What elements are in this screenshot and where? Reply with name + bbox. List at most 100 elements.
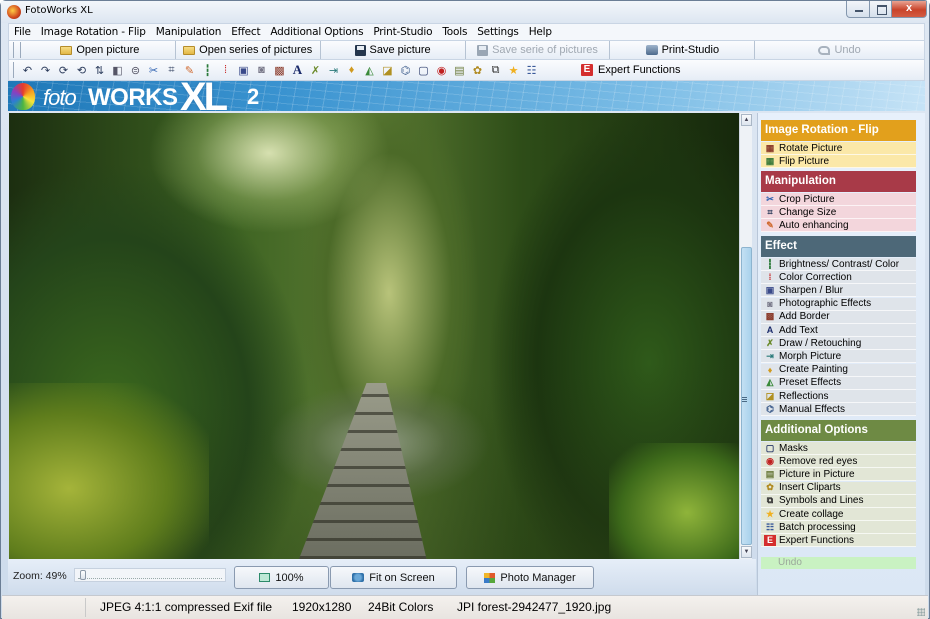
menu-additional-options[interactable]: Additional Options: [265, 26, 368, 38]
preset-effects-icon[interactable]: ◭: [361, 62, 378, 78]
sidebar-item[interactable]: ⌬ Manual Effects: [761, 403, 916, 417]
sidebar-undo-button[interactable]: Undo: [761, 557, 916, 569]
save-series-button[interactable]: Save serie of pictures: [466, 41, 611, 59]
sidebar-item[interactable]: ┇ Brightness/ Contrast/ Color: [761, 258, 916, 271]
sidebar-item[interactable]: ✎ Auto enhancing: [761, 219, 916, 233]
sidebar-item[interactable]: ★ Create collage: [761, 508, 916, 521]
sidebar-item-label: Insert Cliparts: [779, 482, 841, 494]
menu-file[interactable]: File: [9, 26, 36, 38]
open-series-button[interactable]: Open series of pictures: [176, 41, 321, 59]
sidebar-item[interactable]: A Add Text: [761, 324, 916, 337]
open-picture-button[interactable]: Open picture: [25, 41, 176, 59]
menu-print-studio[interactable]: Print-Studio: [368, 26, 437, 38]
sidebar-item[interactable]: ▩ Add Border: [761, 310, 916, 324]
photo-manager-button[interactable]: Photo Manager: [466, 566, 594, 589]
scroll-thumb[interactable]: [741, 247, 752, 545]
morph-icon[interactable]: ⇥: [325, 62, 342, 78]
sidebar-item[interactable]: ◉ Remove red eyes: [761, 455, 916, 469]
sidebar-item[interactable]: ◙ Photographic Effects: [761, 297, 916, 311]
menu-effect[interactable]: Effect: [226, 26, 265, 38]
sidebar-item[interactable]: ✗ Draw / Retouching: [761, 337, 916, 351]
resize-grip[interactable]: [917, 608, 925, 616]
sidebar-item[interactable]: ▤ Picture in Picture: [761, 468, 916, 482]
sidebar-group-header[interactable]: Additional Options: [761, 420, 916, 441]
draw-icon[interactable]: ✗: [307, 62, 324, 78]
zoom-slider[interactable]: [74, 568, 226, 582]
sidebar-item[interactable]: ⌗ Change Size: [761, 206, 916, 220]
sidebar-item[interactable]: E Expert Functions: [761, 534, 916, 548]
expert-functions-button[interactable]: E Expert Functions: [581, 64, 681, 76]
flip-icon[interactable]: ⇅: [91, 62, 108, 78]
resize-icon[interactable]: ⌗: [163, 62, 180, 78]
sidebar-item[interactable]: ◭ Preset Effects: [761, 376, 916, 390]
logo-foto: foto: [43, 85, 77, 110]
scroll-down-button[interactable]: ▼: [741, 546, 752, 558]
image-vertical-scrollbar[interactable]: ▲ ▼: [739, 113, 752, 559]
symbols-icon[interactable]: ⧉: [487, 62, 504, 78]
text-icon[interactable]: A: [289, 62, 306, 78]
sidebar-item[interactable]: ♦ Create Painting: [761, 363, 916, 377]
sidebar-item[interactable]: ▦ Rotate Picture: [761, 142, 916, 155]
mirror-icon[interactable]: ◧: [109, 62, 126, 78]
sidebar-item[interactable]: ⧉ Symbols and Lines: [761, 494, 916, 508]
sidebar-item[interactable]: ⁞ Color Correction: [761, 271, 916, 285]
menu-help[interactable]: Help: [524, 26, 557, 38]
fit-screen-icon: [352, 573, 365, 582]
minimize-button[interactable]: [846, 1, 870, 18]
collage-icon: ★: [765, 508, 775, 519]
rotate-right-icon[interactable]: ↷: [37, 62, 54, 78]
sidebar-item[interactable]: ✂ Crop Picture: [761, 193, 916, 206]
zoom-slider-thumb[interactable]: [80, 570, 86, 580]
scroll-up-button[interactable]: ▲: [741, 114, 752, 126]
menu-tools[interactable]: Tools: [437, 26, 472, 38]
sidebar-item-label: Add Text: [779, 324, 818, 336]
sidebar-item[interactable]: ▢ Masks: [761, 442, 916, 455]
perspective-icon[interactable]: ⊜: [127, 62, 144, 78]
picture-in-picture-icon[interactable]: ▤: [451, 62, 468, 78]
menu-manipulation[interactable]: Manipulation: [151, 26, 226, 38]
manual-effects-icon[interactable]: ⌬: [397, 62, 414, 78]
photo-effects-icon[interactable]: ◙: [253, 62, 270, 78]
print-studio-button[interactable]: Print-Studio: [610, 41, 756, 59]
sidebar-group-header[interactable]: Effect: [761, 236, 916, 257]
sidebar-item[interactable]: ☷ Batch processing: [761, 521, 916, 535]
image-canvas[interactable]: [9, 113, 739, 559]
auto-enhance-icon[interactable]: ✎: [181, 62, 198, 78]
sharpen-icon-glyph: ▣: [238, 64, 249, 77]
flip-icon-glyph: ⇅: [94, 64, 105, 77]
fit-on-screen-button[interactable]: Fit on Screen: [330, 566, 457, 589]
save-picture-button[interactable]: Save picture: [321, 41, 466, 59]
batch-icon[interactable]: ☷: [523, 62, 540, 78]
collage-icon[interactable]: ★: [505, 62, 522, 78]
undo-button[interactable]: Undo: [755, 41, 924, 59]
status-filename: JPI forest-2942477_1920.jpg: [457, 600, 612, 614]
sidebar-group-header[interactable]: Image Rotation - Flip: [761, 120, 916, 141]
toolbar-grip[interactable]: [13, 42, 21, 58]
sharpen-icon[interactable]: ▣: [235, 62, 252, 78]
rotate-left-icon[interactable]: ↶: [19, 62, 36, 78]
brightness-icon[interactable]: ┇: [199, 62, 216, 78]
zoom-100-button[interactable]: 100%: [234, 566, 329, 589]
menu-settings[interactable]: Settings: [472, 26, 523, 38]
sidebar-item[interactable]: ✿ Insert Cliparts: [761, 481, 916, 495]
toolbar-grip[interactable]: [13, 62, 15, 78]
border-icon[interactable]: ▩: [271, 62, 288, 78]
maximize-button[interactable]: [869, 1, 892, 18]
menu-image-rotation[interactable]: Image Rotation - Flip: [36, 26, 151, 38]
red-eye-icon[interactable]: ◉: [433, 62, 450, 78]
painting-icon[interactable]: ♦: [343, 62, 360, 78]
cliparts-icon[interactable]: ✿: [469, 62, 486, 78]
masks-icon[interactable]: ▢: [415, 62, 432, 78]
sidebar-group-header[interactable]: Manipulation: [761, 171, 916, 192]
sidebar-item[interactable]: ▣ Sharpen / Blur: [761, 284, 916, 298]
reflections-icon[interactable]: ◪: [379, 62, 396, 78]
sidebar-item-label: Create collage: [779, 508, 844, 520]
color-correction-icon[interactable]: ⁞: [217, 62, 234, 78]
close-button[interactable]: x: [891, 1, 927, 18]
sidebar-item[interactable]: ⇥ Morph Picture: [761, 350, 916, 364]
crop-icon[interactable]: ✂: [145, 62, 162, 78]
sidebar-item[interactable]: ◪ Reflections: [761, 390, 916, 403]
rotate-ccw-icon[interactable]: ⟲: [73, 62, 90, 78]
sidebar-item[interactable]: ▦ Flip Picture: [761, 155, 916, 169]
rotate-cw-icon[interactable]: ⟳: [55, 62, 72, 78]
